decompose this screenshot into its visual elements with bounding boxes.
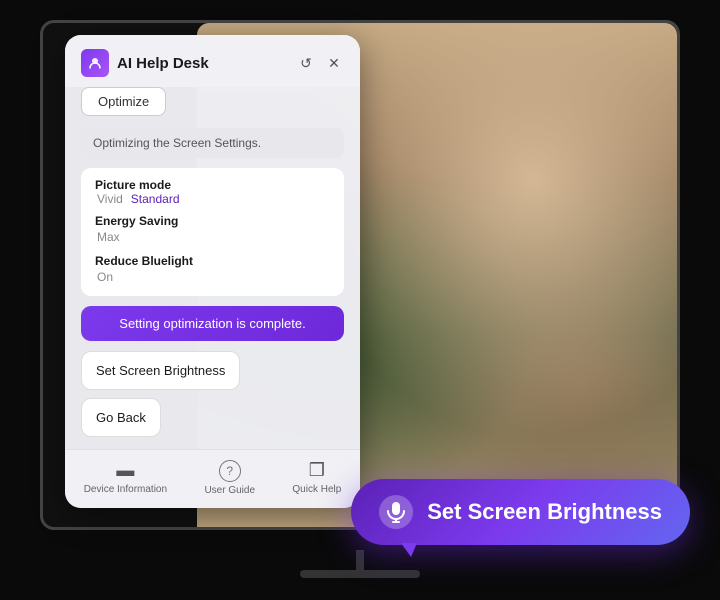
setting-value-energy: Max: [97, 230, 120, 244]
quickhelp-icon: ❒: [309, 460, 325, 481]
ai-helpdesk-panel: AI Help Desk ↺ ✕ Optimize Optimizing the…: [65, 35, 360, 508]
settings-box: Picture mode Vivid Standard Energy Savin…: [81, 168, 344, 296]
setting-row-picture: Picture mode Vivid Standard: [95, 178, 330, 206]
setting-row-energy: Energy Saving Max: [95, 214, 330, 246]
setting-name-energy: Energy Saving: [95, 214, 330, 228]
setting-value-active-picture: Standard: [131, 192, 180, 206]
tv-base: [300, 570, 420, 578]
close-button[interactable]: ✕: [324, 53, 344, 73]
panel-footer: ▬ Device Information ? User Guide ❒ Quic…: [65, 449, 360, 508]
panel-title: AI Help Desk: [117, 55, 209, 72]
guide-label: User Guide: [204, 485, 255, 496]
setting-value-picture: Vivid: [97, 192, 123, 206]
optimize-button[interactable]: Optimize: [81, 87, 166, 116]
device-icon: ▬: [116, 460, 134, 481]
footer-user-guide[interactable]: ? User Guide: [204, 460, 255, 496]
guide-icon: ?: [219, 460, 241, 482]
go-back-button[interactable]: Go Back: [81, 398, 161, 437]
setting-value-row-picture: Vivid Standard: [95, 192, 330, 206]
setting-name-bluelight: Reduce Bluelight: [95, 254, 330, 268]
reset-button[interactable]: ↺: [296, 53, 316, 73]
panel-header: AI Help Desk ↺ ✕: [65, 35, 360, 87]
status-text: Optimizing the Screen Settings.: [93, 136, 261, 150]
tv-stand: [356, 550, 364, 570]
footer-device-info[interactable]: ▬ Device Information: [84, 460, 167, 496]
title-group: AI Help Desk: [81, 49, 209, 77]
voice-bubble: Set Screen Brightness: [351, 479, 690, 545]
voice-bubble-text: Set Screen Brightness: [427, 499, 662, 525]
footer-quick-help[interactable]: ❒ Quick Help: [292, 460, 341, 496]
setting-name-picture: Picture mode: [95, 178, 330, 192]
quickhelp-label: Quick Help: [292, 484, 341, 495]
set-brightness-button[interactable]: Set Screen Brightness: [81, 351, 240, 390]
setting-value-bluelight: On: [97, 270, 113, 284]
optimization-complete-banner: Setting optimization is complete.: [81, 306, 344, 341]
status-bar: Optimizing the Screen Settings.: [81, 128, 344, 158]
setting-row-bluelight: Reduce Bluelight On: [95, 254, 330, 286]
device-label: Device Information: [84, 484, 167, 495]
completion-text: Setting optimization is complete.: [119, 316, 305, 331]
ai-icon: [81, 49, 109, 77]
microphone-icon: [379, 495, 413, 529]
panel-controls: ↺ ✕: [296, 53, 344, 73]
